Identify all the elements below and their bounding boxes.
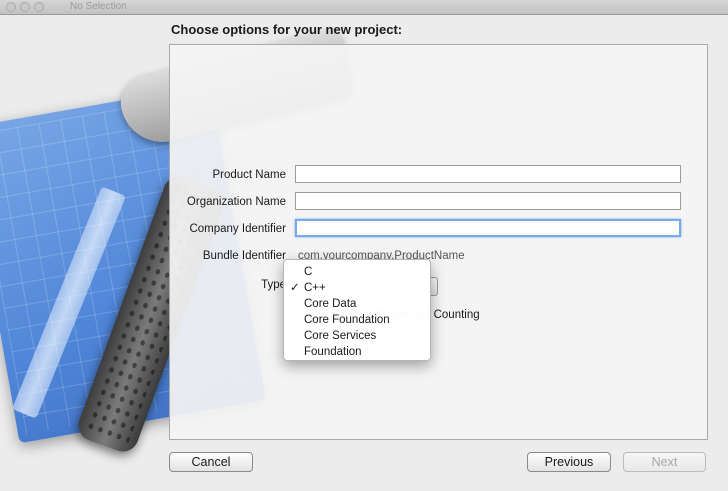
organization-name-field[interactable] <box>295 192 681 210</box>
close-window-button[interactable] <box>6 2 16 12</box>
window-titlebar: No Selection <box>0 0 728 15</box>
window-title: No Selection <box>70 1 127 12</box>
menu-item-core-services[interactable]: Core Services <box>284 328 430 344</box>
minimize-window-button[interactable] <box>20 2 30 12</box>
menu-item-c[interactable]: C <box>284 264 430 280</box>
product-name-label: Product Name <box>212 169 286 181</box>
previous-button[interactable]: Previous <box>527 452 611 472</box>
product-name-field[interactable] <box>295 165 681 183</box>
page-heading: Choose options for your new project: <box>171 22 403 37</box>
company-identifier-label: Company Identifier <box>189 223 286 235</box>
organization-name-label: Organization Name <box>186 196 286 208</box>
checkmark-icon: ✓ <box>290 282 300 294</box>
cancel-button[interactable]: Cancel <box>169 452 253 472</box>
menu-item-foundation[interactable]: Foundation <box>284 344 430 360</box>
options-panel <box>169 44 708 440</box>
menu-item-cpp[interactable]: ✓ C++ <box>284 280 430 296</box>
type-dropdown-menu: C ✓ C++ Core Data Core Foundation Core Se… <box>283 259 431 361</box>
menu-item-core-data[interactable]: Core Data <box>284 296 430 312</box>
menu-item-core-foundation[interactable]: Core Foundation <box>284 312 430 328</box>
company-identifier-field[interactable] <box>295 219 681 237</box>
next-button[interactable]: Next <box>623 452 706 472</box>
bundle-identifier-label: Bundle Identifier <box>202 250 286 262</box>
type-label: Type <box>261 279 286 291</box>
zoom-window-button[interactable] <box>34 2 44 12</box>
